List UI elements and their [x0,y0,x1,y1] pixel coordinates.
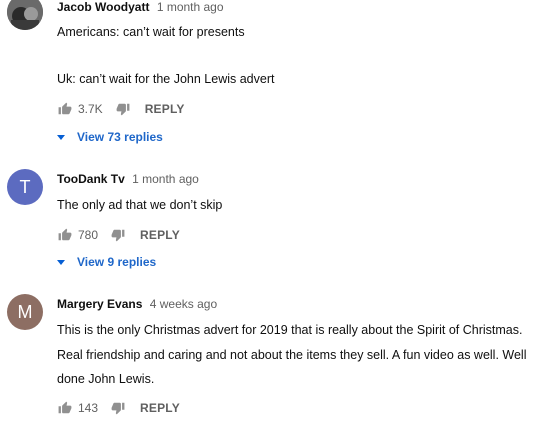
author-name[interactable]: TooDank Tv [57,172,125,186]
view-replies-button[interactable]: View 9 replies [57,255,156,269]
comment-time[interactable]: 4 weeks ago [150,297,217,311]
view-replies-label: View 73 replies [77,130,163,144]
avatar[interactable] [7,0,43,30]
thumb-down-icon[interactable] [110,227,126,243]
comment-text-line: Uk: can’t wait for the John Lewis advert [57,72,275,86]
comment-actions: 3.7K REPLY [57,100,185,118]
comment-text-line: Americans: can’t wait for presents [57,25,245,39]
comment-time[interactable]: 1 month ago [157,0,224,14]
comment-header: Margery Evans 4 weeks ago [57,297,217,311]
avatar-letter: T [19,176,31,197]
view-replies-label: View 9 replies [77,255,157,269]
thumb-up-icon[interactable] [57,101,73,117]
comment-actions: 143 REPLY [57,399,180,417]
comment-header: Jacob Woodyatt 1 month ago [57,0,224,14]
like-count: 3.7K [78,102,103,116]
avatar[interactable]: M [7,294,43,330]
thumb-down-icon[interactable] [115,101,131,117]
comment-text-line: This is the only Christmas advert for 20… [57,323,523,337]
comment-header: TooDank Tv 1 month ago [57,172,199,186]
comment-actions: 780 REPLY [57,226,180,244]
comment-time[interactable]: 1 month ago [132,172,199,186]
like-count: 780 [78,228,99,242]
like-count: 143 [78,401,99,415]
view-replies-button[interactable]: View 73 replies [57,130,163,144]
author-name[interactable]: Jacob Woodyatt [57,0,149,14]
author-name[interactable]: Margery Evans [57,297,142,311]
caret-down-icon [57,134,65,140]
comment-text-line: Real friendship and caring and not about… [57,348,527,362]
reply-button[interactable]: REPLY [145,102,185,116]
thumb-up-icon[interactable] [57,400,73,416]
avatar[interactable]: T [7,169,43,205]
reply-button[interactable]: REPLY [140,401,180,415]
comment-text-line: done John Lewis. [57,372,155,386]
avatar-photo-icon [7,0,43,30]
caret-down-icon [57,259,65,265]
avatar-letter: M [17,301,33,322]
comment-text-line: The only ad that we don’t skip [57,198,223,212]
thumb-up-icon[interactable] [57,227,73,243]
reply-button[interactable]: REPLY [140,228,180,242]
thumb-down-icon[interactable] [110,400,126,416]
